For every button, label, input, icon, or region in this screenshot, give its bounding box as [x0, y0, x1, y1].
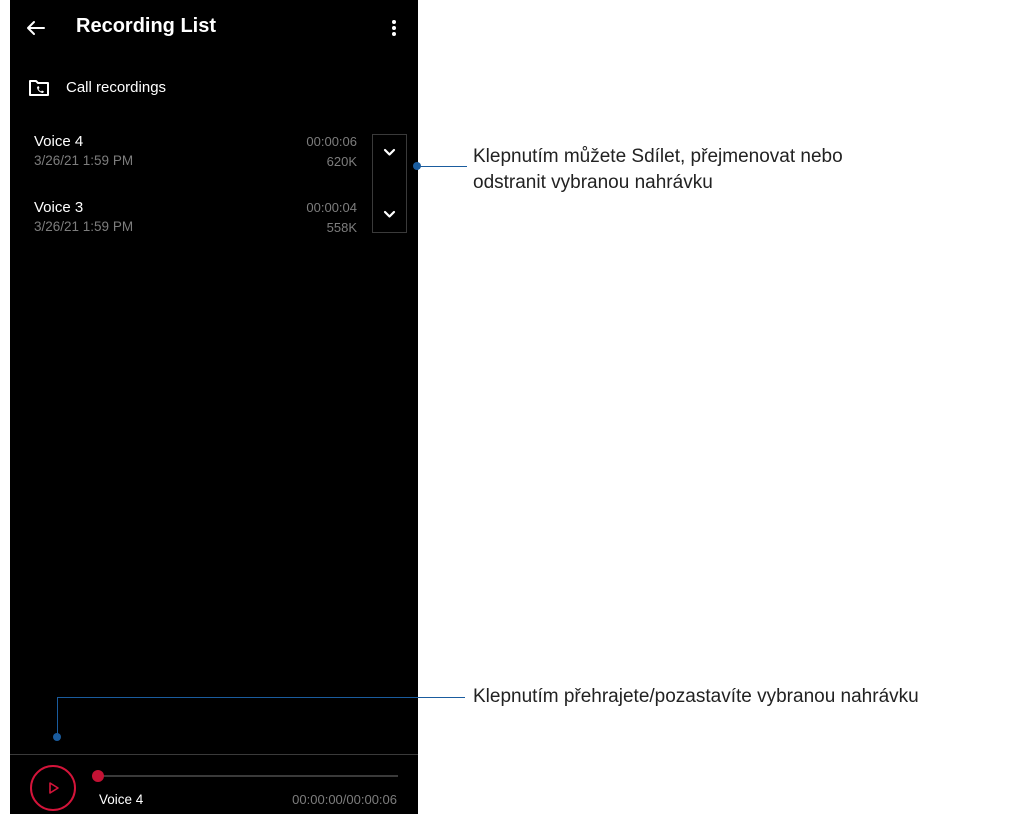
recording-date: 3/26/21 1:59 PM — [34, 219, 134, 234]
callout-line — [57, 697, 465, 698]
play-button[interactable] — [30, 765, 76, 811]
callout-line — [417, 166, 467, 167]
callout-play-text: Klepnutím přehrajete/pozastavíte vybrano… — [473, 686, 919, 707]
call-folder-icon — [29, 80, 49, 96]
chevron-down-icon — [383, 148, 396, 156]
seek-bar[interactable] — [98, 775, 398, 777]
expand-options-button[interactable] — [373, 135, 406, 175]
recording-duration: 00:00:04 — [306, 200, 357, 215]
recording-size: 620K — [326, 154, 357, 169]
chevron-down-icon — [383, 210, 396, 218]
recording-duration: 00:00:06 — [306, 134, 357, 149]
recording-date: 3/26/21 1:59 PM — [34, 153, 134, 168]
play-icon — [49, 782, 59, 794]
now-playing-title: Voice 4 — [99, 792, 144, 807]
phone-screen: Recording List Call recordings Voice 4 3… — [10, 0, 418, 814]
app-bar: Recording List — [10, 0, 418, 56]
callout-options-text: odstranit vybranou nahrávku — [473, 172, 713, 193]
player-divider — [10, 754, 418, 755]
recording-name: Voice 4 — [34, 133, 84, 150]
recording-name: Voice 3 — [34, 199, 84, 216]
more-vert-icon — [392, 20, 396, 24]
back-button[interactable] — [22, 14, 50, 42]
recording-options-panel — [372, 134, 407, 233]
more-options-button[interactable] — [384, 14, 404, 42]
callout-line — [57, 697, 58, 737]
folder-label: Call recordings — [66, 79, 167, 96]
callout-options-text: Klepnutím můžete Sdílet, přejmenovat neb… — [473, 146, 843, 167]
playback-time: 00:00:00/00:00:06 — [292, 792, 397, 807]
recording-item[interactable]: Voice 4 3/26/21 1:59 PM 00:00:06 620K — [10, 133, 373, 189]
call-recordings-folder[interactable]: Call recordings — [10, 68, 418, 108]
seek-thumb[interactable] — [92, 770, 104, 782]
expand-options-button[interactable] — [373, 197, 406, 237]
page-title: Recording List — [76, 15, 217, 37]
recording-item[interactable]: Voice 3 3/26/21 1:59 PM 00:00:04 558K — [10, 199, 373, 255]
recording-size: 558K — [326, 220, 357, 235]
arrow-left-icon — [27, 21, 45, 35]
